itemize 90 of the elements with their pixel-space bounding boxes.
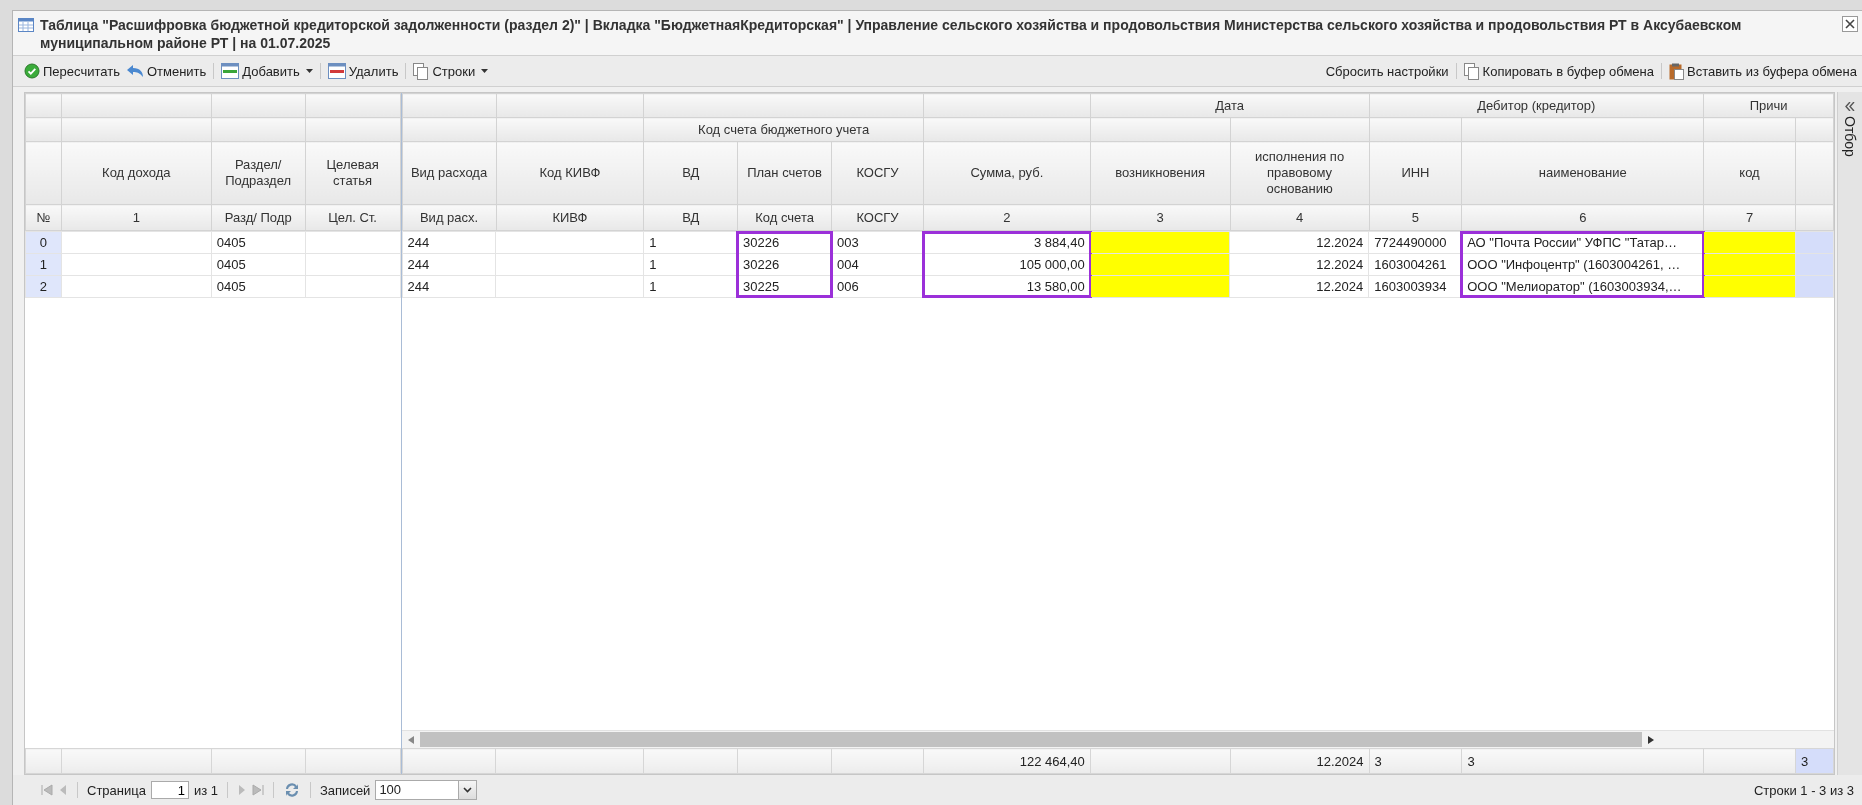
table-cell: 1 <box>643 231 738 254</box>
column-header[interactable]: ВД <box>643 141 738 205</box>
column-number: ВД <box>643 204 738 231</box>
column-header[interactable]: КОСГУ <box>831 141 924 205</box>
table-cell: 12.2024 <box>1229 231 1369 254</box>
toolbar-button[interactable]: Строки <box>410 60 492 82</box>
table-cell: 0405 <box>211 253 306 276</box>
page-label: Страница <box>87 782 146 798</box>
toolbar-button[interactable]: Пересчитать <box>21 61 123 81</box>
column-group-header: Код счета бюджетного учета <box>643 117 924 142</box>
last-page-icon[interactable] <box>252 784 264 796</box>
column-number: КИВФ <box>496 204 644 231</box>
column-header[interactable]: наименование <box>1461 141 1704 205</box>
toolbar-button[interactable]: Вставить из буфера обмена <box>1665 60 1860 82</box>
toolbar-button[interactable]: Сбросить настройки <box>1322 61 1452 81</box>
table-cell: 244 <box>402 253 496 276</box>
column-header[interactable]: Вид расхода <box>402 141 496 205</box>
column-group-header: Дата <box>1090 93 1369 118</box>
first-page-icon[interactable] <box>41 784 53 796</box>
column-number: 1 <box>61 204 212 231</box>
column-header[interactable]: код <box>1703 141 1796 205</box>
check-circle-icon <box>24 63 40 79</box>
summary-cell: 3 <box>1369 748 1462 774</box>
refresh-icon[interactable] <box>283 781 301 799</box>
page-size-label: Записей <box>320 782 371 798</box>
table-icon <box>18 18 34 32</box>
window-title: Таблица "Расшифровка бюджетной кредиторской задолженности (раздел 2)" | Вкладка "БюджетнаяКредиторская" | Управление сельского хозяйства и продовольствия Министерства сельского хозяйства и продовольствия РТ в Аксубаевском муниципальном районе РТ | на 01.07.2025 <box>40 16 1743 52</box>
column-number: 6 <box>1461 204 1704 231</box>
next-page-icon[interactable] <box>237 784 247 796</box>
table-cell: 0 <box>25 231 62 254</box>
close-button[interactable] <box>1842 16 1858 32</box>
column-number: 5 <box>1369 204 1462 231</box>
filter-panel[interactable]: Отбор <box>1837 92 1862 775</box>
arrow-left-icon[interactable] <box>407 735 414 744</box>
horizontal-scrollbar[interactable] <box>401 730 1835 748</box>
column-header[interactable]: Код дохода <box>61 141 212 205</box>
toolbar-button[interactable]: Копировать в буфер обмена <box>1460 60 1657 82</box>
table-cell: 2 <box>25 275 62 298</box>
column-number: Код счета <box>737 204 832 231</box>
page-count: из 1 <box>193 782 218 798</box>
table-cell: 244 <box>402 275 496 298</box>
caret-icon <box>481 69 489 73</box>
table-cell: 0405 <box>211 275 306 298</box>
undo-arrow-icon <box>125 64 144 78</box>
table-cell: 003 <box>831 231 924 254</box>
delete-row-icon <box>327 63 346 79</box>
table-cell: 12.2024 <box>1229 275 1369 298</box>
column-number: Цел. Ст. <box>305 204 401 231</box>
toolbar-button[interactable]: Добавить <box>218 61 316 81</box>
rows-info: Строки 1 - 3 из 3 <box>1753 782 1854 798</box>
column-group-header: Причи <box>1703 93 1834 118</box>
column-header[interactable]: Код КИВФ <box>496 141 644 205</box>
column-header[interactable]: возникновения <box>1090 141 1231 205</box>
chevron-down-icon <box>463 787 473 793</box>
column-group-header: Дебитор (кредитор) <box>1369 93 1704 118</box>
column-number: 7 <box>1703 204 1796 231</box>
summary-cell: 122 464,40 <box>923 748 1091 774</box>
summary-cell: 3 <box>1461 748 1704 774</box>
column-header[interactable]: План счетов <box>737 141 832 205</box>
column-number: № <box>25 204 62 231</box>
column-header[interactable]: исполнения по правовому основанию <box>1230 141 1369 205</box>
previous-page-icon[interactable] <box>58 784 68 796</box>
add-row-icon <box>221 63 240 79</box>
column-header[interactable]: Целевая статья <box>305 141 401 205</box>
column-number: Разд/ Подр <box>211 204 306 231</box>
pages-icon <box>1463 62 1480 80</box>
column-number: КОСГУ <box>831 204 924 231</box>
caret-icon <box>305 69 313 73</box>
column-number: 4 <box>1230 204 1369 231</box>
column-number: 2 <box>923 204 1091 231</box>
table-cell: 12.2024 <box>1229 253 1369 276</box>
table-cell: 1 <box>25 253 62 276</box>
toolbar-button[interactable]: Удалить <box>324 61 402 81</box>
column-number: Вид расх. <box>402 204 496 231</box>
toolbar-button[interactable]: Отменить <box>122 61 210 81</box>
column-number: 3 <box>1090 204 1231 231</box>
page-size-select[interactable]: 100 <box>375 780 478 800</box>
summary-cell: 3 <box>1795 748 1834 774</box>
summary-cell: 12.2024 <box>1230 748 1369 774</box>
column-header[interactable]: Сумма, руб. <box>923 141 1091 205</box>
collapse-icon[interactable] <box>1845 102 1855 111</box>
table-cell: 244 <box>402 231 496 254</box>
clipboard-icon <box>1668 62 1684 80</box>
table-cell: 0405 <box>211 231 306 254</box>
pages-icon <box>413 62 430 80</box>
column-header[interactable]: ИНН <box>1369 141 1462 205</box>
column-header[interactable]: Раздел/ Подраздел <box>211 141 306 205</box>
page-input[interactable]: 1 <box>150 781 189 799</box>
table-cell: 7724490000 <box>1368 231 1462 254</box>
arrow-right-icon[interactable] <box>1647 735 1654 744</box>
